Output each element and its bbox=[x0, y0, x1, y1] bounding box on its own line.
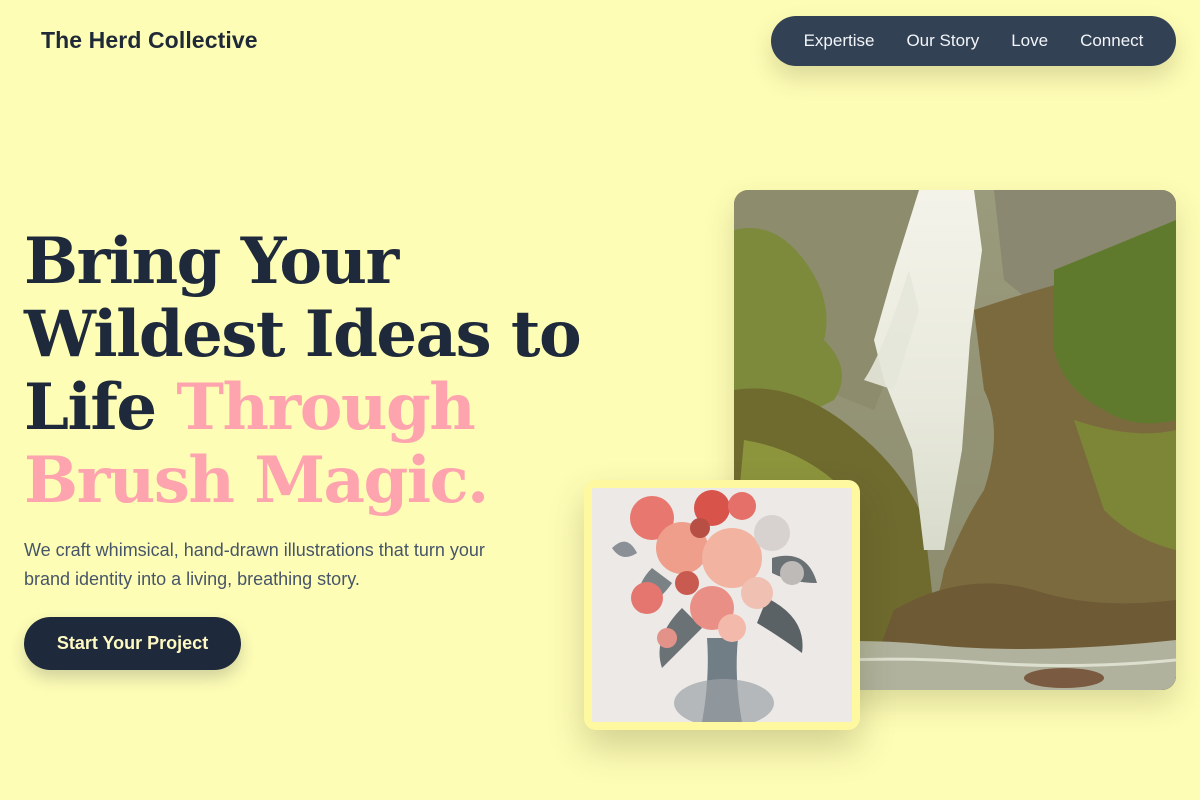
nav-item-expertise[interactable]: Expertise bbox=[804, 31, 875, 51]
brand-logo-text[interactable]: The Herd Collective bbox=[41, 27, 258, 54]
hero-subtitle: We craft whimsical, hand-drawn illustrat… bbox=[24, 540, 485, 589]
hero-title-line-4-accent: Brush Magic. bbox=[24, 443, 489, 518]
start-project-button[interactable]: Start Your Project bbox=[24, 617, 241, 670]
nav-item-connect[interactable]: Connect bbox=[1080, 31, 1143, 51]
hero-title-line-2: Wildest Ideas to bbox=[24, 297, 582, 372]
hero-title: Bring Your Wildest Ideas to Life Through… bbox=[24, 225, 584, 517]
hero-title-line-3-plain: Life bbox=[24, 370, 157, 445]
nav-item-our-story[interactable]: Our Story bbox=[906, 31, 979, 51]
nav-item-love[interactable]: Love bbox=[1011, 31, 1048, 51]
flower-bouquet-illustration bbox=[592, 488, 852, 722]
hero-title-line-1: Bring Your bbox=[24, 224, 399, 299]
hero-title-line-3-accent: Through bbox=[176, 370, 475, 445]
main-navigation: Expertise Our Story Love Connect bbox=[771, 16, 1176, 66]
flower-bouquet-frame bbox=[584, 480, 860, 730]
